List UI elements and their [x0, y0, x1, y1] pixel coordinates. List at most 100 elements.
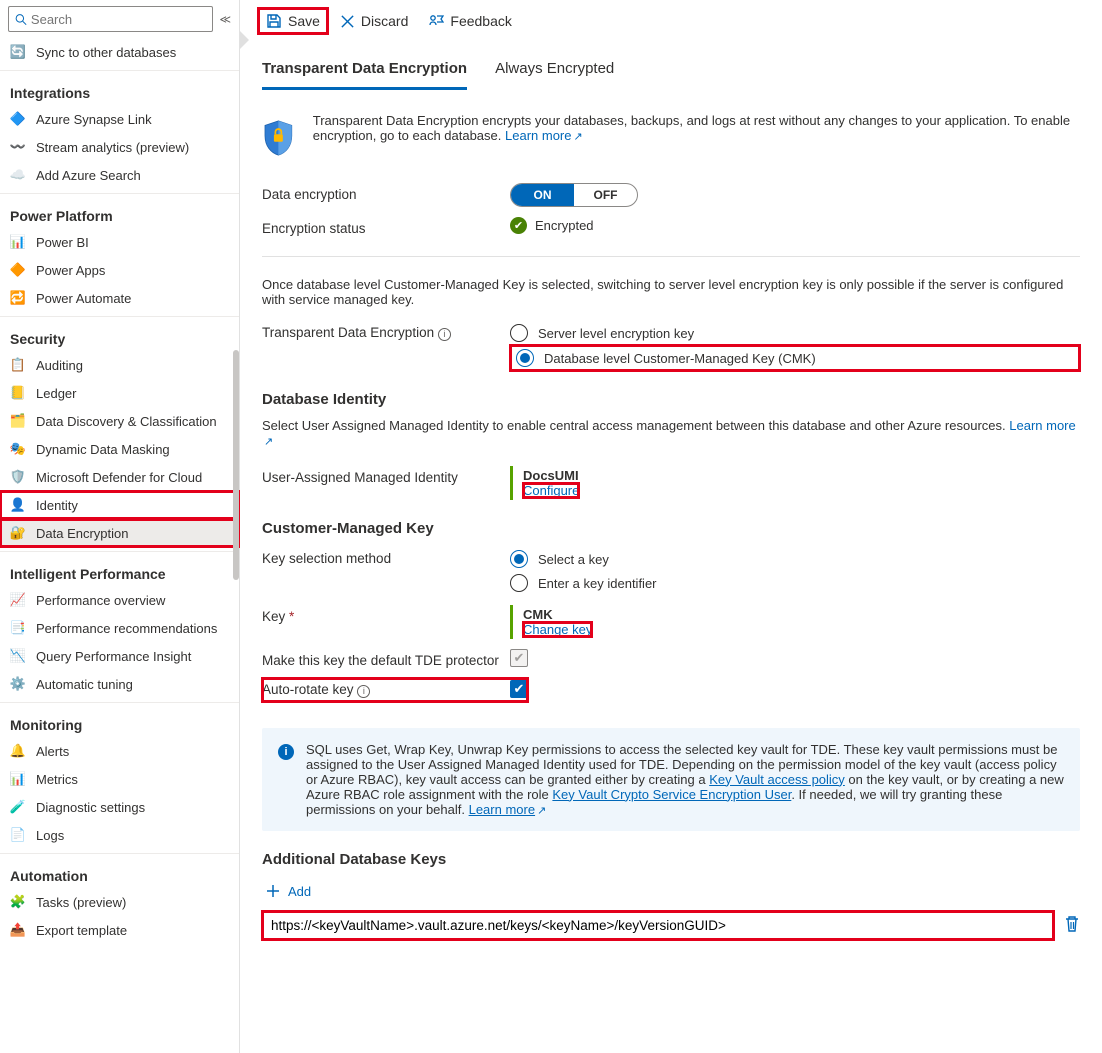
save-icon: [266, 13, 282, 29]
radio-db-cmk[interactable]: Database level Customer-Managed Key (CMK…: [510, 345, 1080, 371]
sidebar-item-powerbi[interactable]: 📊Power BI: [0, 228, 239, 256]
tabs: Transparent Data Encryption Always Encry…: [262, 54, 1080, 91]
masking-icon: 🎭: [10, 441, 26, 457]
feedback-icon: [428, 13, 444, 29]
section-monitoring: Monitoring: [0, 707, 239, 737]
sidebar-item-synapse[interactable]: 🔷Azure Synapse Link: [0, 105, 239, 133]
sidebar-item-diag[interactable]: 🧪Diagnostic settings: [0, 793, 239, 821]
sidebar-item-metrics[interactable]: 📊Metrics: [0, 765, 239, 793]
trash-icon: [1064, 915, 1080, 933]
discard-button[interactable]: Discard: [332, 8, 416, 34]
encryption-icon: 🔐: [10, 525, 26, 541]
sidebar-item-masking[interactable]: 🎭Dynamic Data Masking: [0, 435, 239, 463]
automate-icon: 🔁: [10, 290, 26, 306]
heading-db-identity: Database Identity: [262, 391, 1080, 408]
info-icon-autorotate[interactable]: i: [357, 685, 370, 698]
sidebar-item-logs[interactable]: 📄Logs: [0, 821, 239, 849]
powerbi-icon: 📊: [10, 234, 26, 250]
link-kv-crypto-role[interactable]: Key Vault Crypto Service Encryption User: [552, 787, 791, 802]
label-data-encryption: Data encryption: [262, 183, 510, 202]
main-content: Save Discard Feedback Transparent Data E…: [240, 0, 1102, 1053]
sidebar-item-alerts[interactable]: 🔔Alerts: [0, 737, 239, 765]
link-kv-access-policy[interactable]: Key Vault access policy: [709, 772, 845, 787]
search-icon: [15, 13, 27, 26]
perf-icon: 📈: [10, 592, 26, 608]
save-button[interactable]: Save: [258, 8, 328, 34]
tab-tde[interactable]: Transparent Data Encryption: [262, 54, 467, 90]
panel-arrow-icon: [240, 30, 249, 50]
stream-icon: 〰️: [10, 139, 26, 155]
discard-icon: [340, 14, 355, 29]
info-icon[interactable]: i: [438, 328, 451, 341]
section-automation: Automation: [0, 858, 239, 888]
radio-select-key[interactable]: Select a key: [510, 547, 1080, 571]
cloud-search-icon: ☁️: [10, 167, 26, 183]
configure-link[interactable]: Configure: [523, 483, 579, 498]
intro-banner: Transparent Data Encryption encrypts you…: [262, 113, 1080, 163]
defender-icon: 🛡️: [10, 469, 26, 485]
heading-additional-keys: Additional Database Keys: [262, 851, 1080, 868]
diag-icon: 🧪: [10, 799, 26, 815]
feedback-button[interactable]: Feedback: [420, 8, 519, 34]
tab-always-encrypted[interactable]: Always Encrypted: [495, 54, 614, 90]
plus-icon: [266, 884, 280, 898]
label-key-selection: Key selection method: [262, 547, 510, 566]
tune-icon: ⚙️: [10, 676, 26, 692]
sidebar-item-qpi[interactable]: 📉Query Performance Insight: [0, 642, 239, 670]
status-text: Encrypted: [535, 218, 594, 233]
radio-enter-key[interactable]: Enter a key identifier: [510, 571, 1080, 595]
alerts-icon: 🔔: [10, 743, 26, 759]
checkbox-default-protector[interactable]: ✔: [510, 649, 528, 667]
sidebar-item-perf-overview[interactable]: 📈Performance overview: [0, 586, 239, 614]
sidebar-item-automate[interactable]: 🔁Power Automate: [0, 284, 239, 312]
search-input[interactable]: [31, 12, 207, 27]
checkbox-auto-rotate[interactable]: ✔: [510, 680, 528, 698]
section-power: Power Platform: [0, 198, 239, 228]
label-encryption-status: Encryption status: [262, 217, 510, 236]
add-key-button[interactable]: Add: [262, 878, 315, 905]
reco-icon: 📑: [10, 620, 26, 636]
tasks-icon: 🧩: [10, 894, 26, 910]
sidebar-item-data-encryption[interactable]: 🔐Data Encryption: [0, 519, 239, 547]
collapse-sidebar-icon[interactable]: ≪: [219, 13, 231, 26]
radio-server-key[interactable]: Server level encryption key: [510, 321, 1080, 345]
status-check-icon: ✔: [510, 217, 527, 234]
info-callout-icon: i: [278, 744, 294, 760]
sidebar-item-ledger[interactable]: 📒Ledger: [0, 379, 239, 407]
section-integrations: Integrations: [0, 75, 239, 105]
encryption-toggle[interactable]: ON OFF: [510, 183, 638, 207]
change-key-link[interactable]: Change key: [523, 622, 592, 637]
export-icon: 📤: [10, 922, 26, 938]
sidebar-item-sync[interactable]: 🔄 Sync to other databases: [0, 38, 239, 66]
sidebar-item-export[interactable]: 📤Export template: [0, 916, 239, 944]
sidebar-item-search[interactable]: ☁️Add Azure Search: [0, 161, 239, 189]
scrollbar-thumb[interactable]: [233, 350, 239, 580]
search-input-wrap[interactable]: [8, 6, 213, 32]
sidebar-item-defender[interactable]: 🛡️Microsoft Defender for Cloud: [0, 463, 239, 491]
delete-key-button[interactable]: [1064, 915, 1080, 936]
sidebar-item-auditing[interactable]: 📋Auditing: [0, 351, 239, 379]
toggle-on[interactable]: ON: [511, 184, 574, 206]
toggle-off[interactable]: OFF: [574, 184, 637, 206]
synapse-icon: 🔷: [10, 111, 26, 127]
section-intelligent: Intelligent Performance: [0, 556, 239, 586]
uami-value: DocsUMI: [523, 468, 1070, 483]
sidebar-item-autotune[interactable]: ⚙️Automatic tuning: [0, 670, 239, 698]
sync-icon: 🔄: [10, 44, 26, 60]
ledger-icon: 📒: [10, 385, 26, 401]
permission-callout: i SQL uses Get, Wrap Key, Unwrap Key per…: [262, 728, 1080, 831]
additional-key-input[interactable]: [262, 911, 1054, 940]
identity-icon: 👤: [10, 497, 26, 513]
link-callout-learn[interactable]: Learn more: [469, 802, 547, 817]
section-security: Security: [0, 321, 239, 351]
heading-cmk: Customer-Managed Key: [262, 520, 1080, 537]
sidebar-item-identity[interactable]: 👤Identity: [0, 491, 239, 519]
sidebar-item-stream[interactable]: 〰️Stream analytics (preview): [0, 133, 239, 161]
sidebar-item-discovery[interactable]: 🗂️Data Discovery & Classification: [0, 407, 239, 435]
sidebar-item-tasks[interactable]: 🧩Tasks (preview): [0, 888, 239, 916]
sidebar-item-perf-reco[interactable]: 📑Performance recommendations: [0, 614, 239, 642]
intro-learn-link[interactable]: Learn more: [505, 128, 583, 143]
auditing-icon: 📋: [10, 357, 26, 373]
shield-icon: [262, 113, 295, 163]
sidebar-item-powerapps[interactable]: 🔶Power Apps: [0, 256, 239, 284]
